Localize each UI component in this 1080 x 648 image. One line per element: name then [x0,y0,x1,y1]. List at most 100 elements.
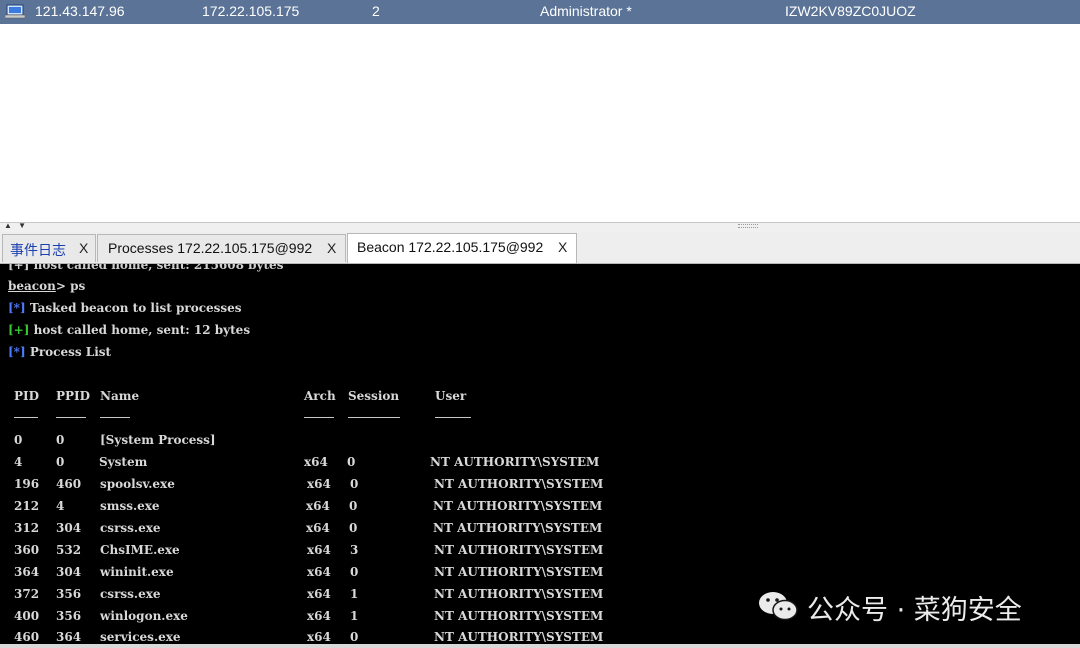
cell-arch: x64 [307,630,331,644]
tab-close-icon[interactable]: X [79,240,88,256]
tab-close-icon[interactable]: X [558,239,567,255]
session-row[interactable]: 121.43.147.96 172.22.105.175 2 Administr… [0,0,1080,24]
cell-pid: 360 [14,543,40,557]
header-underline [435,417,471,418]
cell-user: NT AUTHORITY\SYSTEM [434,477,604,491]
cell-ppid: 4 [56,499,65,513]
column-header-arch: Arch [304,389,336,403]
watermark-text: 公众号 · 菜狗安全 [807,595,1022,626]
cell-ppid: 0 [56,433,65,447]
cell-user: NT AUTHORITY\SYSTEM [433,499,603,513]
cell-user: NT AUTHORITY\SYSTEM [434,630,604,644]
cell-ppid: 304 [56,565,82,579]
cell-ppid: 0 [56,455,65,469]
session-table-empty-area[interactable] [0,24,1080,222]
cell-pid: 212 [14,499,40,513]
cell-name: smss.exe [100,499,160,513]
cell-ppid: 304 [56,521,82,535]
tab-bar: 事件日志 X Processes 172.22.105.175@992 X Be… [0,232,1080,264]
cell-arch: x64 [307,565,331,579]
column-header-pid: PID [14,389,40,403]
console-command-line: beacon> ps [8,279,85,293]
cell-session: 1 [350,609,359,623]
cell-pid: 196 [14,477,40,491]
header-underline [56,417,86,418]
cell-user: NT AUTHORITY\SYSTEM [434,587,604,601]
cell-user: NT AUTHORITY\SYSTEM [433,521,603,535]
tab-label: Beacon 172.22.105.175@992 [357,239,544,255]
cell-session: 0 [350,477,359,491]
tab-beacon[interactable]: Beacon 172.22.105.175@992 X [347,233,577,263]
message-text: Process List [29,345,112,359]
cell-pid: 0 [14,433,23,447]
cell-user: NT AUTHORITY\SYSTEM [430,455,600,469]
column-header-session: Session [348,389,400,403]
message-text: Tasked beacon to list processes [29,301,242,315]
column-header-ppid: PPID [56,389,91,403]
header-underline [304,417,334,418]
cell-ppid: 460 [56,477,82,491]
cell-pid: 372 [14,587,40,601]
column-header-name: Name [100,389,140,403]
wechat-icon [759,592,798,621]
cell-arch: x64 [307,477,331,491]
info-tag: [*] [8,301,26,315]
cell-pid: 460 [14,630,40,644]
session-computer: IZW2KV89ZC0JUOZ [785,3,916,19]
session-external-ip: 121.43.147.96 [35,3,125,19]
console-prompt: beacon [8,279,56,293]
tab-label: 事件日志 [10,242,66,258]
cell-name: services.exe [100,630,181,644]
cell-name: [System Process] [100,433,216,447]
cell-arch: x64 [307,587,331,601]
splitter-grip-icon[interactable] [738,224,758,228]
cell-user: NT AUTHORITY\SYSTEM [434,609,604,623]
cell-session: 1 [350,587,359,601]
cell-arch: x64 [306,521,330,535]
console-message: [*] Tasked beacon to list processes [8,301,242,315]
cell-name: ChsIME.exe [100,543,180,557]
message-text: host called home, sent: 12 bytes [33,323,251,337]
tab-processes[interactable]: Processes 172.22.105.175@992 X [97,234,346,262]
cell-arch: x64 [304,455,328,469]
cell-pid: 364 [14,565,40,579]
success-tag: [+] [8,323,30,337]
session-user: Administrator * [540,3,632,19]
cell-name: csrss.exe [100,587,161,601]
cell-session: 0 [350,565,359,579]
cell-arch: x64 [307,609,331,623]
cell-ppid: 364 [56,630,82,644]
computer-icon [5,4,25,19]
tab-close-icon[interactable]: X [327,240,336,256]
console-bottom-edge [0,644,1080,648]
console-message: [*] Process List [8,345,111,359]
cell-name: winlogon.exe [100,609,188,623]
beacon-console-output[interactable]: [+] host called home, sent: 215608 bytes… [0,264,1080,644]
tab-event-log[interactable]: 事件日志 X [2,234,96,262]
cell-user: NT AUTHORITY\SYSTEM [434,543,604,557]
column-header-user: User [435,389,467,403]
cell-ppid: 356 [56,609,82,623]
console-clipped-line: [+] host called home, sent: 215608 bytes [8,264,284,272]
cell-name: spoolsv.exe [100,477,175,491]
tab-label: Processes 172.22.105.175@992 [108,240,313,256]
cell-session: 3 [350,543,359,557]
cell-pid: 400 [14,609,40,623]
cell-user: NT AUTHORITY\SYSTEM [434,565,604,579]
cell-arch: x64 [307,543,331,557]
console-message: [+] host called home, sent: 12 bytes [8,323,250,337]
cell-session: 0 [347,455,356,469]
cell-name: System [99,455,148,469]
cell-session: 0 [349,499,358,513]
cell-session: 0 [349,521,358,535]
cell-ppid: 356 [56,587,82,601]
header-underline [14,417,38,418]
cell-session: 0 [350,630,359,644]
session-pid: 2 [372,3,380,19]
cell-arch: x64 [306,499,330,513]
console-command: ps [70,279,86,293]
cell-ppid: 532 [56,543,82,557]
splitter-collapse-arrows-icon[interactable]: ▲ ▼ [4,221,28,230]
header-underline [100,417,130,418]
info-tag: [*] [8,345,26,359]
